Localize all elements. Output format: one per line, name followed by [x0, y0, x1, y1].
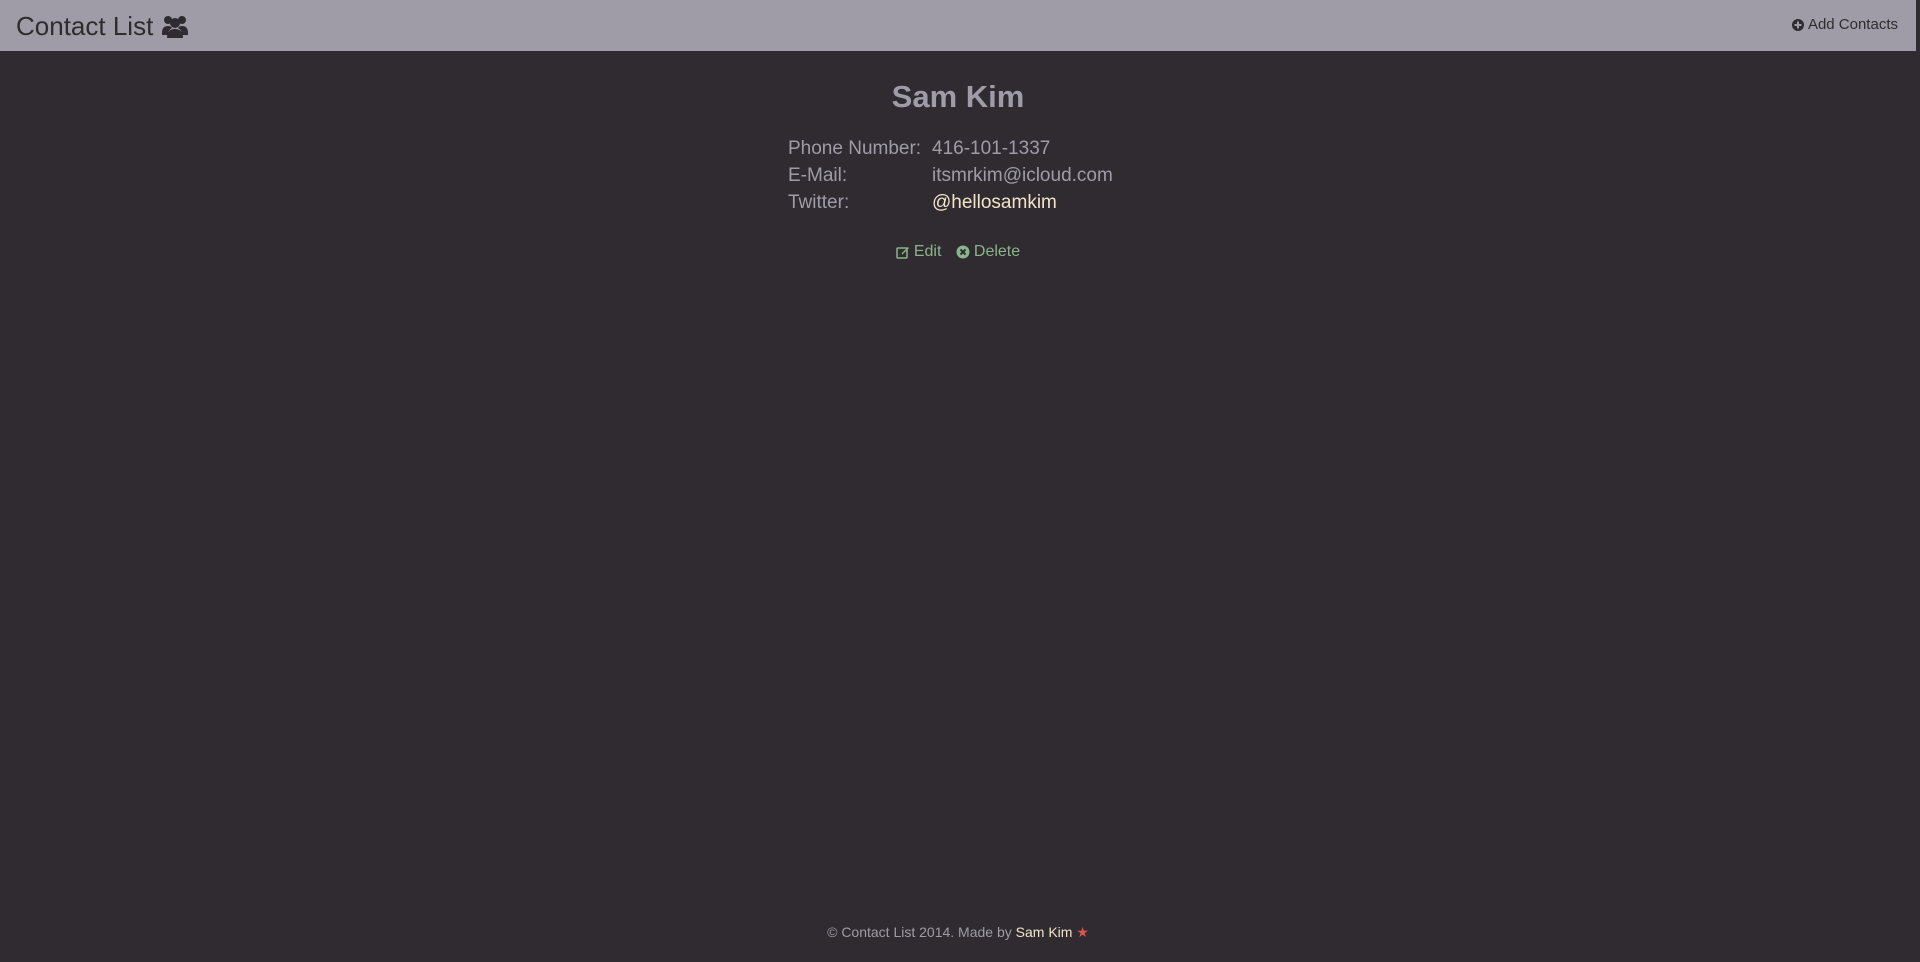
- brand[interactable]: Contact List: [16, 11, 189, 41]
- footer-text: © Contact List 2014. Made by: [827, 924, 1012, 940]
- navbar: Contact List Add Contacts: [0, 0, 1920, 51]
- edit-button[interactable]: Edit: [896, 243, 942, 261]
- twitter-label: Twitter:: [788, 192, 850, 213]
- author-link[interactable]: Sam Kim: [1016, 924, 1073, 940]
- phone-label: Phone Number:: [788, 138, 922, 159]
- delete-button[interactable]: Delete: [956, 243, 1020, 261]
- contact-actions: Edit Delete: [0, 243, 1916, 264]
- email-value: itsmrkim@icloud.com: [932, 165, 1113, 186]
- twitter-link[interactable]: @hellosamkim: [932, 192, 1057, 213]
- phone-value: 416-101-1337: [932, 138, 1051, 159]
- footer: © Contact List 2014. Made by Sam Kim ★: [0, 924, 1916, 941]
- contact-name: Sam Kim: [891, 79, 1025, 114]
- times-circle-icon: [956, 245, 970, 259]
- star-icon: ★: [1076, 924, 1089, 940]
- email-label: E-Mail:: [788, 165, 848, 186]
- add-contacts-button[interactable]: Add Contacts: [1791, 16, 1898, 33]
- users-icon: [161, 13, 189, 39]
- contact-details-table: Phone Number: 416-101-1337 E-Mail: itsmr…: [788, 135, 1113, 216]
- delete-label: Delete: [973, 243, 1021, 260]
- email-row: E-Mail: itsmrkim@icloud.com: [788, 162, 1113, 189]
- brand-title: Contact List: [16, 11, 154, 41]
- add-contacts-label: Add Contacts: [1807, 16, 1898, 33]
- plus-circle-icon: [1791, 18, 1804, 31]
- edit-icon: [896, 247, 909, 259]
- twitter-row: Twitter: @hellosamkim: [788, 189, 1113, 216]
- edit-label: Edit: [913, 243, 942, 260]
- phone-row: Phone Number: 416-101-1337: [788, 135, 1113, 162]
